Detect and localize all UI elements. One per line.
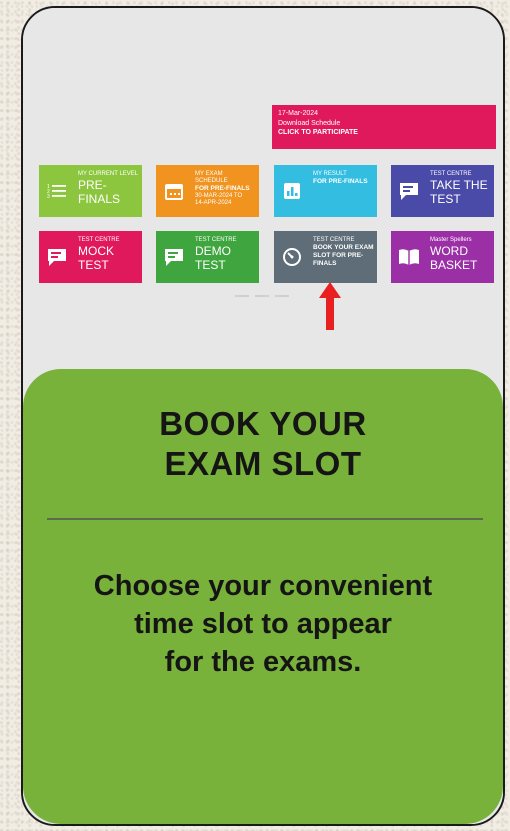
svg-text:3: 3 — [47, 194, 50, 199]
tile-label: TEST CENTRE — [195, 237, 237, 243]
tile-current-level[interactable]: 1 2 3 MY CURRENT LEVEL PRE-FINALS — [39, 165, 142, 217]
chat-icon — [391, 165, 427, 217]
timer-icon — [274, 231, 310, 283]
tile-title: WORD BASKET — [430, 244, 478, 272]
tile-date-range-end: 14-Apr-2024 — [195, 200, 232, 206]
tile-exam-schedule[interactable]: MY EXAM SCHEDULE FOR PRE-FINALS 30-Mar-2… — [156, 165, 259, 217]
app-screen: 17-Mar-2024 Download Schedule CLICK TO P… — [23, 8, 503, 824]
book-icon — [391, 231, 427, 283]
tile-title: PRE-FINALS — [78, 178, 121, 206]
card-desc-line2: time slot to appear — [134, 608, 392, 640]
phone-frame: 17-Mar-2024 Download Schedule CLICK TO P… — [21, 6, 505, 826]
divider — [47, 518, 483, 520]
tile-my-result[interactable]: MY RESULT FOR PRE-FINALS — [274, 165, 377, 217]
participate-banner[interactable]: 17-Mar-2024 Download Schedule CLICK TO P… — [272, 105, 496, 149]
tile-word-basket[interactable]: Master Spellers WORD BASKET — [391, 231, 494, 283]
tile-label: TEST CENTRE — [430, 171, 472, 177]
list-icon: 1 2 3 — [39, 165, 75, 217]
page-indicator — [235, 295, 289, 297]
tile-label: MY CURRENT LEVEL — [78, 171, 139, 177]
card-description: Choose your convenient time slot to appe… — [23, 567, 503, 681]
card-title-line2: EXAM SLOT — [164, 445, 362, 482]
card-desc-line1: Choose your convenient — [93, 570, 433, 602]
card-title-line1: BOOK YOUR — [159, 405, 367, 442]
info-card: BOOK YOUR EXAM SLOT Choose your convenie… — [23, 369, 503, 824]
card-desc-line3: for the exams. — [164, 646, 362, 678]
banner-cta: CLICK TO PARTICIPATE — [278, 129, 358, 136]
tile-mock-test[interactable]: TEST CENTRE MOCK TEST — [39, 231, 142, 283]
tile-demo-test[interactable]: TEST CENTRE DEMO TEST — [156, 231, 259, 283]
tile-title: MOCK TEST — [78, 244, 114, 272]
tile-label: Master Spellers — [430, 237, 472, 243]
banner-download-schedule: Download Schedule — [278, 119, 341, 127]
tile-title: DEMO TEST — [195, 244, 231, 272]
card-title: BOOK YOUR EXAM SLOT — [23, 404, 503, 484]
tile-label: TEST CENTRE — [78, 237, 120, 243]
tile-subtitle: BOOK YOUR EXAM SLOT FOR PRE-FINALS — [313, 244, 374, 267]
tile-subtitle: FOR PRE-FINALS — [313, 178, 368, 185]
tile-label: MY EXAM SCHEDULE — [195, 171, 228, 184]
tile-label: MY RESULT — [313, 171, 347, 177]
chat-icon — [156, 231, 192, 283]
tile-label: TEST CENTRE — [313, 237, 355, 243]
tile-date-range-start: 30-Mar-2024 to — [195, 193, 243, 199]
tile-book-exam-slot[interactable]: TEST CENTRE BOOK YOUR EXAM SLOT FOR PRE-… — [274, 231, 377, 283]
tile-take-the-test[interactable]: TEST CENTRE TAKE THE TEST — [391, 165, 494, 217]
tile-title: TAKE THE TEST — [430, 178, 488, 206]
chat-icon — [39, 231, 75, 283]
pointer-arrow-icon — [319, 282, 341, 330]
calendar-icon — [156, 165, 192, 217]
banner-date: 17-Mar-2024 — [278, 110, 319, 117]
bar-chart-icon — [274, 165, 310, 217]
tile-subtitle: FOR PRE-FINALS — [195, 185, 250, 192]
